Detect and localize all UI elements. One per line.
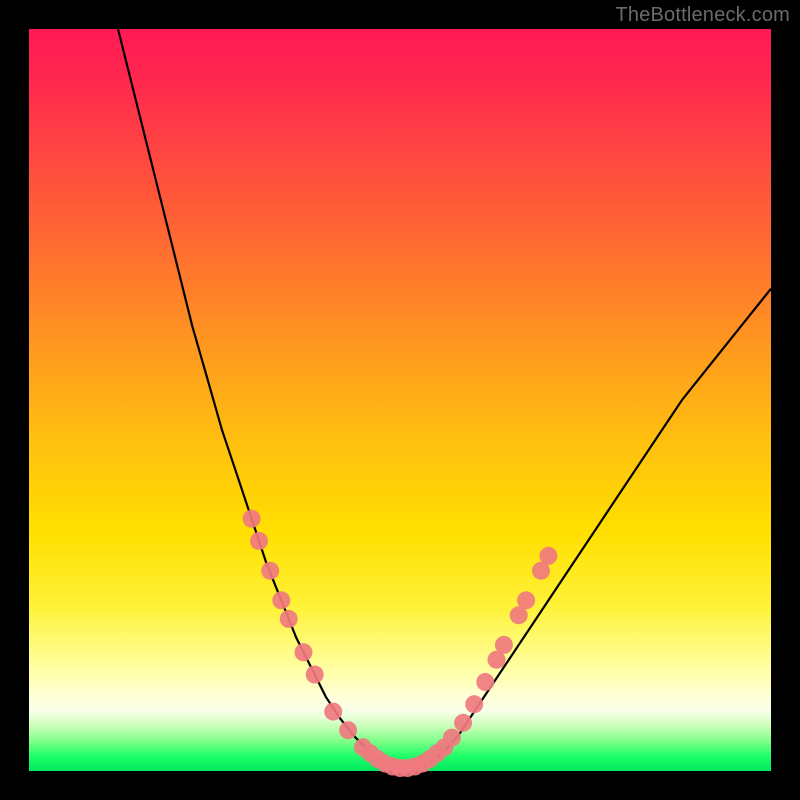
marker-point (243, 510, 261, 528)
marker-point (250, 532, 268, 550)
marker-point (280, 610, 298, 628)
marker-point (443, 729, 461, 747)
bottleneck-curve-svg (29, 29, 771, 771)
marker-point (295, 643, 313, 661)
marker-point (476, 673, 494, 691)
marker-point (306, 666, 324, 684)
watermark-text: TheBottleneck.com (615, 4, 790, 27)
marker-point (495, 636, 513, 654)
marker-point (517, 591, 535, 609)
highlight-points (243, 510, 558, 777)
chart-frame: TheBottleneck.com (0, 0, 800, 800)
marker-point (272, 591, 290, 609)
marker-point (539, 547, 557, 565)
marker-point (261, 562, 279, 580)
marker-point (465, 695, 483, 713)
plot-area (29, 29, 771, 771)
marker-point (454, 714, 472, 732)
bottleneck-curve (118, 29, 771, 768)
marker-point (339, 721, 357, 739)
marker-point (324, 703, 342, 721)
